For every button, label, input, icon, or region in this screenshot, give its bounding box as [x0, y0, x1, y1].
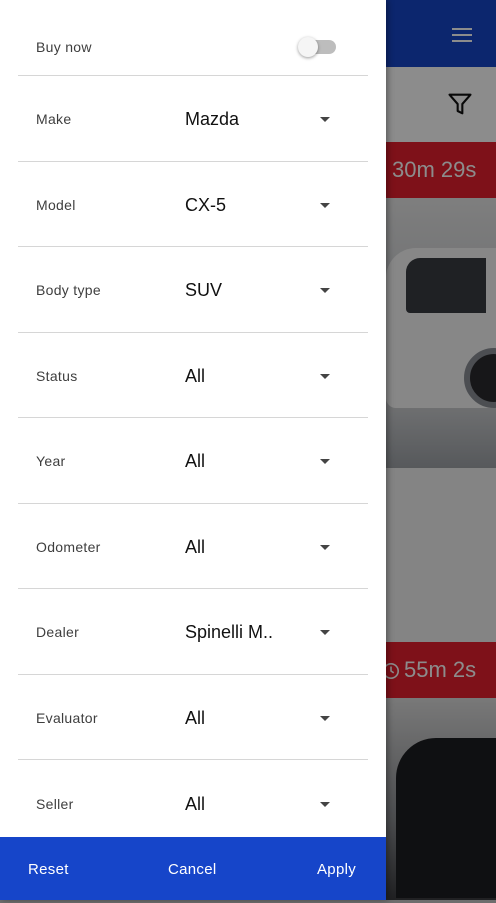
buy-now-toggle[interactable]	[298, 37, 338, 57]
filter-value: SUV	[185, 280, 223, 300]
filter-row-model[interactable]: Model CX-5	[18, 162, 368, 247]
filter-value: All	[185, 451, 206, 471]
cancel-button[interactable]: Cancel	[168, 837, 217, 900]
filter-label: Year	[36, 453, 66, 469]
filter-row-evaluator[interactable]: Evaluator All	[18, 675, 368, 760]
filter-label: Evaluator	[36, 710, 98, 726]
caret-down-icon[interactable]	[320, 117, 330, 122]
filter-label: Body type	[36, 282, 101, 298]
filter-label: Odometer	[36, 539, 101, 555]
buy-now-row: Buy now	[18, 0, 368, 76]
filter-value: Mazda	[185, 109, 240, 129]
caret-down-icon[interactable]	[320, 716, 330, 721]
filter-row-seller[interactable]: Seller All	[18, 760, 368, 837]
filter-value: All	[185, 794, 206, 814]
filter-row-body-type[interactable]: Body type SUV	[18, 247, 368, 333]
reset-button[interactable]: Reset	[28, 837, 69, 900]
filter-label: Status	[36, 368, 78, 384]
filter-label: Seller	[36, 796, 74, 812]
caret-down-icon[interactable]	[320, 203, 330, 208]
filter-label: Dealer	[36, 624, 80, 640]
filter-value: Spinelli M..	[185, 622, 274, 642]
caret-down-icon[interactable]	[320, 545, 330, 550]
filter-value: CX-5	[185, 195, 227, 215]
caret-down-icon[interactable]	[320, 459, 330, 464]
drawer-action-bar: Reset Cancel Apply	[0, 837, 386, 900]
caret-down-icon[interactable]	[320, 288, 330, 293]
caret-down-icon[interactable]	[320, 802, 330, 807]
filter-value: All	[185, 708, 206, 728]
filter-value: All	[185, 537, 206, 557]
filter-label: Model	[36, 197, 76, 213]
caret-down-icon[interactable]	[320, 630, 330, 635]
filter-row-make[interactable]: Make Mazda	[18, 76, 368, 162]
filter-row-odometer[interactable]: Odometer All	[18, 504, 368, 589]
filter-value: All	[185, 366, 206, 386]
filter-drawer: Buy now Make Mazda Model CX-5 Body type …	[0, 0, 386, 900]
filter-row-status[interactable]: Status All	[18, 333, 368, 418]
filter-row-year[interactable]: Year All	[18, 418, 368, 504]
filter-row-dealer[interactable]: Dealer Spinelli M..	[18, 589, 368, 675]
buy-now-label: Buy now	[36, 39, 92, 55]
apply-button[interactable]: Apply	[317, 837, 356, 900]
caret-down-icon[interactable]	[320, 374, 330, 379]
filter-label: Make	[36, 111, 72, 127]
